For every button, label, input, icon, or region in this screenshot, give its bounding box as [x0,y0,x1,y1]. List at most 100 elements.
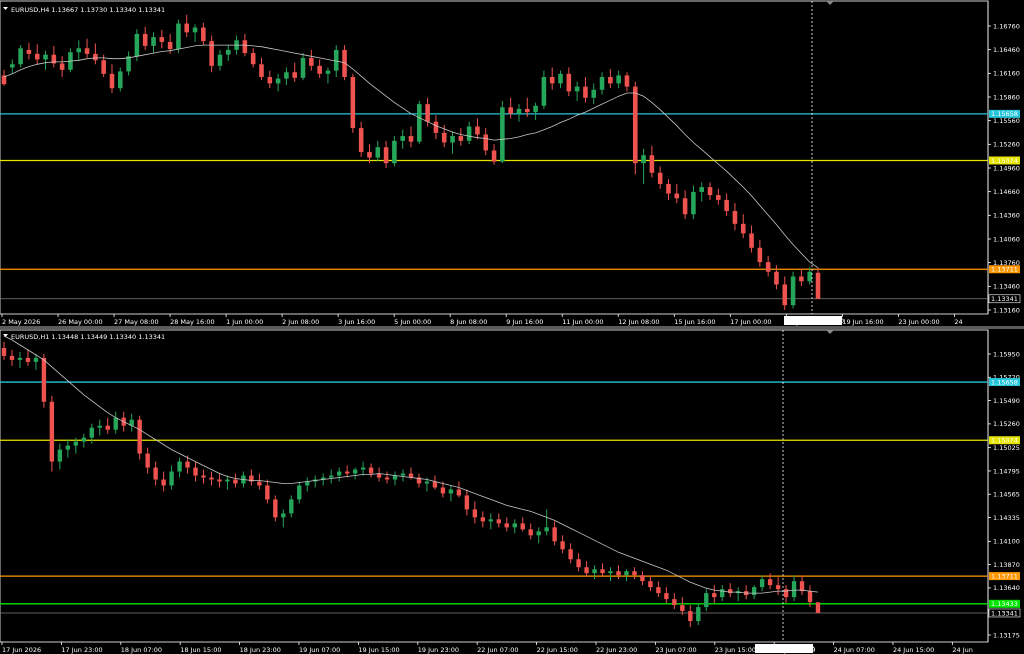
candle-body[interactable] [560,541,565,550]
candle-body[interactable] [201,475,206,478]
candle-body[interactable] [336,471,342,476]
candle-body[interactable] [184,23,190,33]
candle-body[interactable] [657,172,663,184]
candle-body[interactable] [257,481,262,486]
candle-body[interactable] [76,48,82,53]
candle-body[interactable] [732,211,738,224]
candle-body[interactable] [392,140,397,164]
candle-body[interactable] [704,593,709,608]
candle-body[interactable] [624,571,629,576]
candle-body[interactable] [568,549,573,560]
candle-body[interactable] [682,198,688,215]
candle-body[interactable] [688,611,693,622]
candle-body[interactable] [433,121,439,133]
candle-body[interactable] [89,427,94,438]
candle-body[interactable] [500,107,505,162]
candle-body[interactable] [153,467,158,480]
candle-body[interactable] [113,417,118,430]
candle-body[interactable] [59,63,65,70]
candle-body[interactable] [674,193,680,199]
candle-body[interactable] [375,147,381,158]
candle-body[interactable] [783,589,789,598]
candle-body[interactable] [632,86,638,164]
candle-body[interactable] [790,276,796,306]
candle-body[interactable] [408,136,414,142]
candle-body[interactable] [757,247,763,263]
candle-body[interactable] [512,523,517,528]
candle-body[interactable] [456,489,462,496]
candle-body[interactable] [712,593,717,598]
candle-body[interactable] [544,527,549,532]
candle-body[interactable] [358,128,364,153]
candle-body[interactable] [491,150,497,162]
candle-body[interactable] [267,77,273,84]
candle-body[interactable] [583,86,588,98]
candle-body[interactable] [558,73,563,84]
candle-body[interactable] [185,461,190,468]
candle-body[interactable] [475,126,480,135]
candle-body[interactable] [648,581,653,588]
candle-body[interactable] [109,73,115,89]
candle-body[interactable] [384,477,390,480]
candle-body[interactable] [33,357,39,362]
candle-body[interactable] [65,445,71,450]
candle-body[interactable] [333,49,339,71]
candle-body[interactable] [720,589,725,598]
candle-body[interactable] [209,477,214,480]
shift-marker-icon[interactable] [826,1,834,5]
candle-body[interactable] [448,489,454,494]
candle-body[interactable] [281,513,286,518]
candle-body[interactable] [549,77,555,84]
candle-body[interactable] [432,481,438,488]
candle-body[interactable] [317,65,322,74]
candle-body[interactable] [400,473,406,476]
candle-body[interactable] [458,136,464,141]
candle-body[interactable] [167,41,173,50]
candle-body[interactable] [600,569,605,574]
candle-body[interactable] [584,567,589,574]
candle-body[interactable] [297,485,302,500]
candle-body[interactable] [707,187,713,196]
dropdown-arrow-icon[interactable] [3,7,8,10]
candle-body[interactable] [250,53,256,65]
candle-body[interactable] [599,77,605,90]
candle-body[interactable] [541,77,547,106]
candle-body[interactable] [464,495,470,510]
candle-body[interactable] [25,357,31,362]
candle-body[interactable] [759,579,765,588]
candle-body[interactable] [480,517,486,522]
candle-body[interactable] [93,53,98,61]
candle-body[interactable] [134,33,140,57]
candle-body[interactable] [217,479,222,482]
candle-body[interactable] [192,27,198,33]
candle-body[interactable] [84,48,90,54]
candle-body[interactable] [217,54,223,66]
candle-body[interactable] [751,587,757,596]
candle-body[interactable] [159,37,165,42]
candle-body[interactable] [574,86,580,92]
candle-body[interactable] [815,602,821,613]
candle-body[interactable] [368,467,374,474]
candle-body[interactable] [799,276,804,282]
candle-body[interactable] [41,357,47,402]
candle-body[interactable] [137,419,142,454]
candle-body[interactable] [504,523,509,528]
candle-body[interactable] [724,199,729,212]
candle-body[interactable] [242,40,248,54]
candle-body[interactable] [696,607,701,622]
candle-body[interactable] [259,64,264,78]
candle-body[interactable] [1,347,7,356]
candle-body[interactable] [791,581,797,598]
candle-body[interactable] [49,401,55,462]
candle-body[interactable] [740,223,746,234]
candle-body[interactable] [424,481,430,484]
h4-chart-svg[interactable]: EURUSD,H4 1.13667 1.13730 1.13340 1.1334… [0,0,1024,326]
candle-body[interactable] [807,591,813,603]
candle-body[interactable] [441,132,447,143]
candle-body[interactable] [552,527,557,542]
candle-body[interactable] [528,529,533,536]
candle-body[interactable] [516,108,522,114]
candle-body[interactable] [472,509,478,518]
candle-body[interactable] [101,60,106,74]
candle-body[interactable] [656,587,661,594]
